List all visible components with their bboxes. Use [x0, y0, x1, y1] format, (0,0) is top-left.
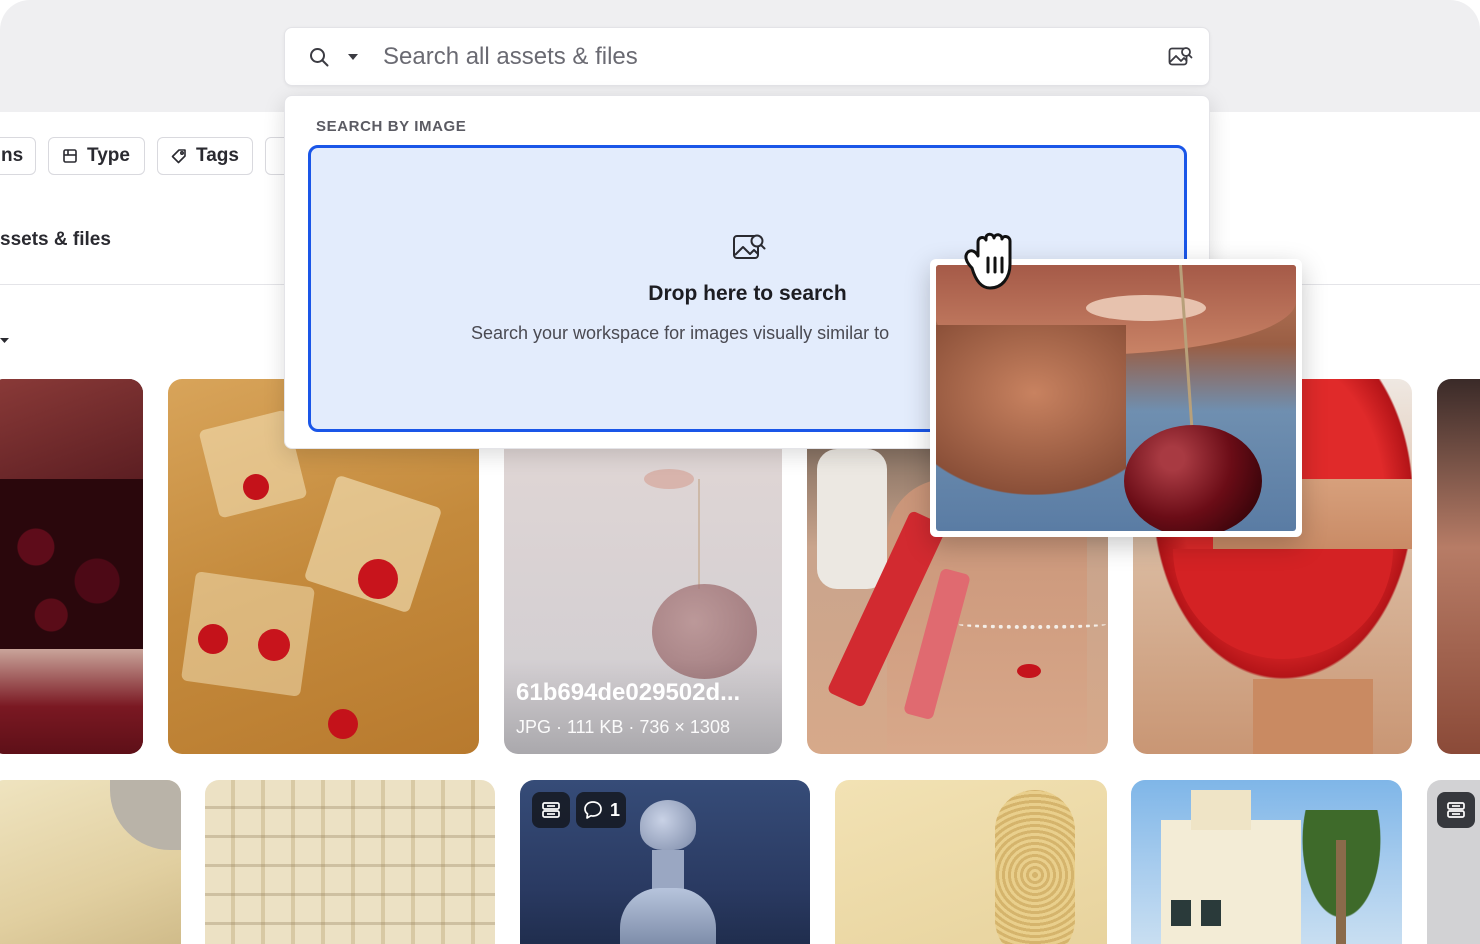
comment-badge[interactable]: 1: [576, 792, 626, 828]
image-search-icon[interactable]: [1167, 44, 1193, 70]
image-search-icon: [733, 234, 766, 259]
stack-icon: [1447, 802, 1465, 818]
comment-icon: [584, 801, 602, 819]
asset-tile[interactable]: [835, 780, 1107, 944]
filter-chip-partial[interactable]: ns: [0, 137, 36, 175]
search-input[interactable]: Search all assets & files: [383, 43, 1167, 71]
filter-tags-button[interactable]: Tags: [157, 137, 253, 175]
asset-tile[interactable]: [1131, 780, 1402, 944]
chevron-down-icon[interactable]: [345, 49, 361, 65]
search-by-image-label: SEARCH BY IMAGE: [316, 118, 467, 135]
asset-tile[interactable]: [0, 379, 143, 754]
asset-filename: 61b694de029502d...: [516, 679, 741, 706]
search-bar[interactable]: Search all assets & files: [284, 27, 1210, 86]
asset-file-info: JPG · 111 KB · 736 × 1308: [516, 717, 730, 737]
grab-cursor-icon: [964, 232, 1012, 290]
stack-icon: [542, 802, 560, 818]
asset-tile[interactable]: [0, 780, 181, 944]
type-icon: [63, 149, 77, 163]
search-icon[interactable]: [307, 45, 331, 69]
filter-tags-label: Tags: [196, 145, 239, 166]
filter-type-label: Type: [87, 145, 130, 166]
filter-chip-partial-label: ns: [1, 145, 24, 166]
sort-caret-icon[interactable]: [0, 336, 12, 346]
dragged-image-preview[interactable]: [930, 259, 1302, 537]
tag-icon: [171, 149, 186, 164]
filter-type-button[interactable]: Type: [48, 137, 145, 175]
drop-zone-subtitle: Search your workspace for images visuall…: [471, 323, 890, 343]
stack-badge[interactable]: [532, 792, 570, 828]
stack-badge[interactable]: [1437, 792, 1475, 828]
comment-count: 1: [609, 799, 620, 820]
asset-tile[interactable]: [1437, 379, 1480, 754]
section-title: ssets & files: [0, 229, 111, 250]
asset-tile[interactable]: [205, 780, 495, 944]
